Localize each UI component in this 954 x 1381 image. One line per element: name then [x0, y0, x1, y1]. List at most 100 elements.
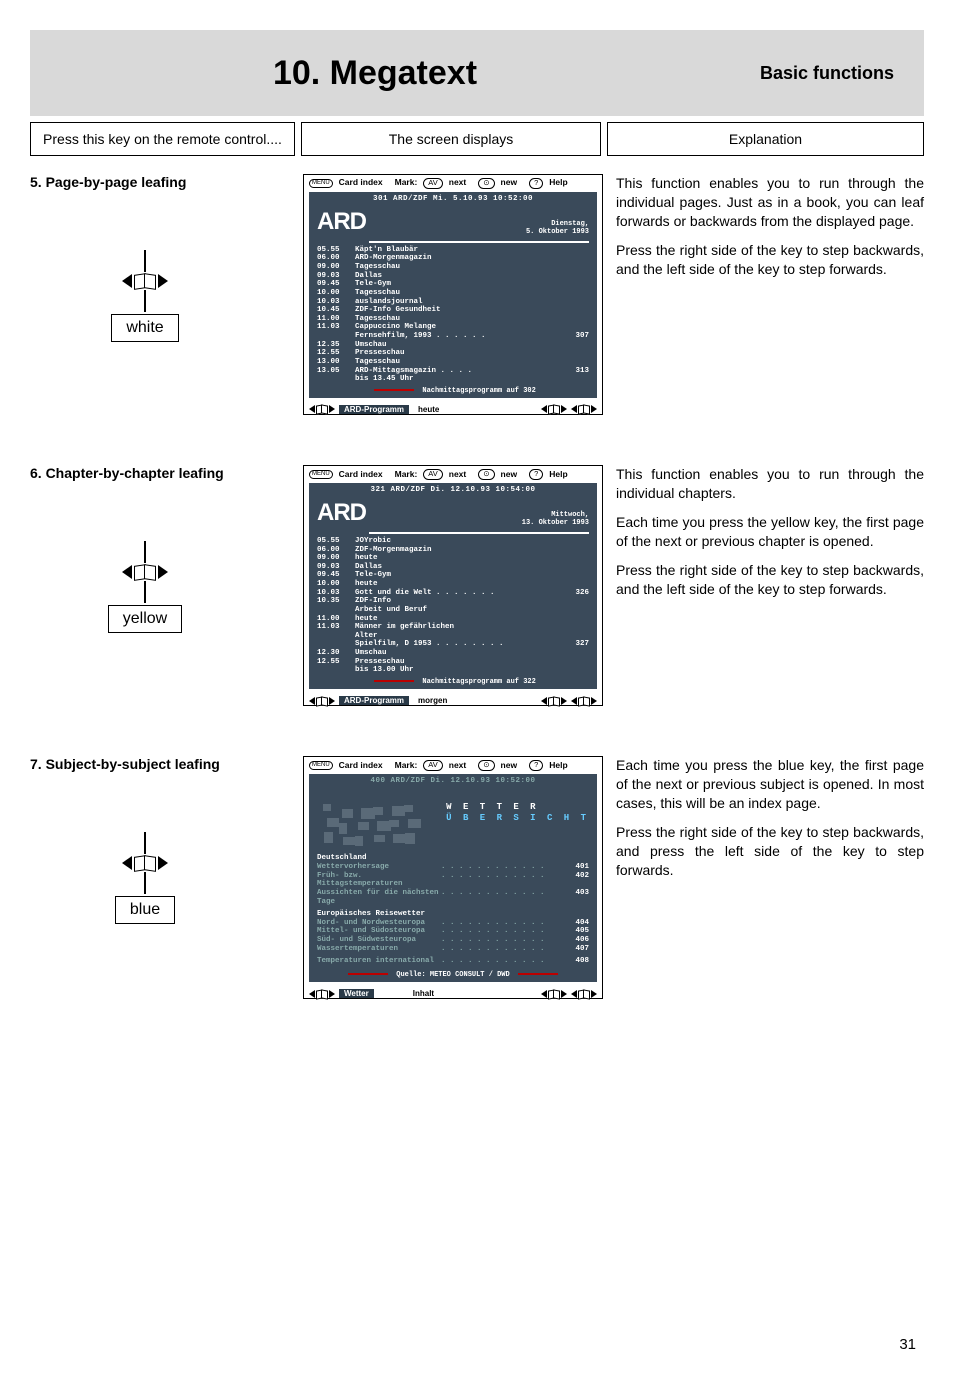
program-row: 10.35ZDF-Info — [317, 597, 589, 606]
screen-menubar: MENUCard indexMark:AVnext⊙new?Help — [304, 175, 602, 192]
screen-menubar: MENUCard indexMark:AVnext⊙new?Help — [304, 757, 602, 774]
program-time: 05.55 — [317, 246, 347, 255]
program-page — [565, 306, 589, 315]
program-title: auslandsjournal — [355, 298, 557, 307]
program-time: 09.00 — [317, 263, 347, 272]
program-title: heute — [355, 554, 557, 563]
program-title: Tele-Gym — [355, 280, 557, 289]
footer-note: Nachmittagsprogramm auf 302 — [309, 387, 597, 395]
program-page — [565, 606, 589, 615]
program-title: Tagesschau — [355, 289, 557, 298]
program-row: 10.00heute — [317, 580, 589, 589]
bottom-chip: heute — [413, 405, 444, 414]
mark-label: Mark: — [395, 761, 418, 771]
explanation-paragraph: This function enables you to run through… — [616, 465, 924, 503]
program-title: Tele-Gym — [355, 571, 557, 580]
program-title: Tagesschau — [355, 358, 557, 367]
program-page — [565, 289, 589, 298]
wetter-row: Nord- und Nordwesteuropa . . . . . . . .… — [317, 919, 589, 928]
help-label: Help — [549, 178, 567, 188]
bottom-label: ARD-Programm — [339, 696, 409, 705]
program-row: 09.45Tele-Gym — [317, 280, 589, 289]
program-page — [565, 554, 589, 563]
program-row: 11.03Männer im gefährlichen — [317, 623, 589, 632]
program-title: Käpt'n Blaubär — [355, 246, 557, 255]
program-time: 13.00 — [317, 358, 347, 367]
screen-bottom-bar: WetterInhalt — [304, 987, 602, 998]
card-index-label: Card index — [339, 470, 383, 480]
wetter-page: 401 — [565, 863, 589, 872]
program-time: 05.55 — [317, 537, 347, 546]
next-label: next — [449, 178, 466, 188]
program-title: Presseschau — [355, 658, 557, 667]
program-title: ARD-Morgenmagazin — [355, 254, 557, 263]
page-number: 31 — [899, 1336, 916, 1353]
program-row: 09.00Tagesschau — [317, 263, 589, 272]
program-time: 12.30 — [317, 649, 347, 658]
key-color-label: blue — [115, 896, 175, 924]
page-title: 10. Megatext — [273, 54, 477, 92]
wetter-label: Wassertemperaturen — [317, 945, 441, 954]
leaf-key-icon — [90, 565, 200, 579]
program-page — [565, 323, 589, 332]
program-time: 11.03 — [317, 623, 347, 632]
bottom-label: Wetter — [339, 989, 374, 998]
bottom-chip: morgen — [413, 696, 452, 705]
program-page: 327 — [565, 640, 589, 649]
program-page: 326 — [565, 589, 589, 598]
wetter-page: 402 — [565, 872, 589, 889]
manual-section: 7. Subject-by-subject leafingblueMENUCar… — [30, 756, 924, 999]
wetter-row: Temperaturen international . . . . . . .… — [317, 957, 589, 966]
program-time: 11.00 — [317, 315, 347, 324]
program-title: Fernsehfilm, 1993 . . . . . . — [355, 332, 557, 341]
program-row: 12.55Presseschau — [317, 658, 589, 667]
header-col-screen: The screen displays — [301, 122, 601, 156]
program-row: 13.00 Tagesschau — [317, 358, 589, 367]
program-title: ZDF-Morgenmagazin — [355, 546, 557, 555]
program-page — [565, 375, 589, 384]
program-row: 10.03Gott und die Welt . . . . . . .326 — [317, 589, 589, 598]
program-title: Cappuccino Melange — [355, 323, 557, 332]
program-row: 11.03Cappuccino Melange — [317, 323, 589, 332]
channel-logo: ARD — [317, 499, 366, 527]
program-time — [317, 375, 347, 384]
teletext-header: 321 ARD/ZDF Di. 12.10.93 10:54:00 — [309, 483, 597, 498]
mark-label: Mark: — [395, 470, 418, 480]
next-label: next — [449, 761, 466, 771]
key-color-label: yellow — [108, 605, 182, 633]
program-page — [565, 571, 589, 580]
program-title: Presseschau — [355, 349, 557, 358]
program-time: 10.03 — [317, 589, 347, 598]
wetter-row: Süd- und Südwesteuropa . . . . . . . . .… — [317, 936, 589, 945]
wetter-page: 403 — [565, 889, 589, 906]
program-time: 09.03 — [317, 563, 347, 572]
wetter-row: Mittel- und Südosteuropa . . . . . . . .… — [317, 927, 589, 936]
program-title: Tagesschau — [355, 315, 557, 324]
program-time — [317, 666, 347, 675]
program-time: 06.00 — [317, 546, 347, 555]
header-col-explanation: Explanation — [607, 122, 924, 156]
menu-pill: MENU — [309, 761, 333, 770]
program-row: 11.00 Tagesschau — [317, 315, 589, 324]
program-row: 09.03Dallas — [317, 272, 589, 281]
program-row: 05.55 Käpt'n Blaubär — [317, 246, 589, 255]
page-subtitle: Basic functions — [760, 63, 894, 84]
new-label: new — [501, 761, 518, 771]
program-row: Fernsehfilm, 1993 . . . . . .307 — [317, 332, 589, 341]
teletext-header: 301 ARD/ZDF Mi. 5.10.93 10:52:00 — [309, 192, 597, 207]
new-label: new — [501, 178, 518, 188]
new-pill: ⊙ — [478, 760, 494, 771]
leaf-key-icon — [90, 856, 200, 870]
program-title: Spielfilm, D 1953 . . . . . . . . — [355, 640, 557, 649]
program-row: 12.35Umschau — [317, 341, 589, 350]
next-label: next — [449, 470, 466, 480]
screen-menubar: MENUCard indexMark:AVnext⊙new?Help — [304, 466, 602, 483]
program-page — [565, 315, 589, 324]
program-row: Arbeit und Beruf — [317, 606, 589, 615]
program-row: 10.00Tagesschau — [317, 289, 589, 298]
program-row: 05.55JOYrobic — [317, 537, 589, 546]
wetter-page: 407 — [565, 945, 589, 954]
program-page — [565, 358, 589, 367]
explanation-paragraph: Each time you press the yellow key, the … — [616, 513, 924, 551]
program-time: 12.55 — [317, 349, 347, 358]
